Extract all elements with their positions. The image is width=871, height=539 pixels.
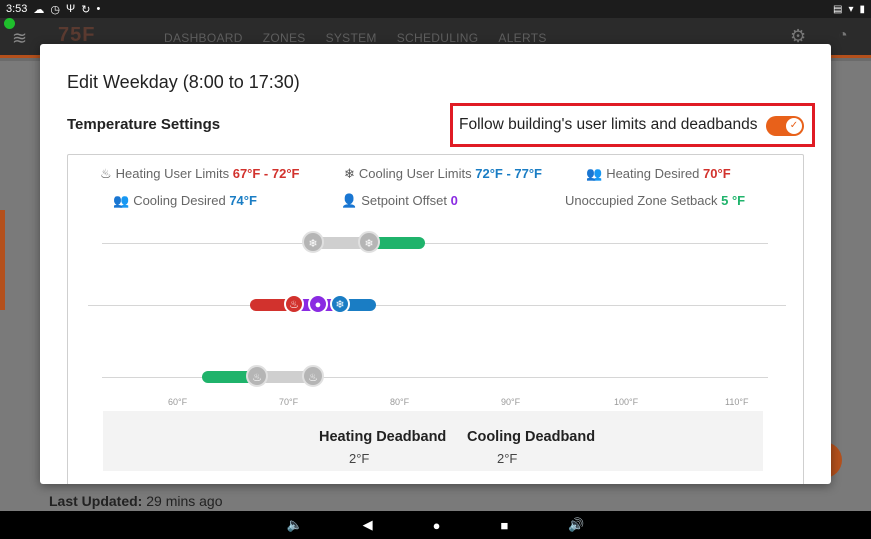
status-time: 3:53: [6, 3, 28, 15]
sync-icon: ↻: [81, 3, 91, 16]
setpoint-offset-label: Setpoint Offset: [361, 193, 447, 208]
follow-building-limits-toggle[interactable]: ✓: [766, 116, 804, 136]
cooling-desired-legend: 👥 Cooling Desired 74°F: [113, 193, 257, 209]
setpoint-offset-value: 0: [450, 193, 458, 208]
cooling-limits-track: [102, 243, 768, 244]
dialog-title: Edit Weekday (8:00 to 17:30): [67, 72, 300, 92]
main-nav: DASHBOARD ZONES SYSTEM SCHEDULING ALERTS: [164, 31, 547, 45]
snowflake-icon: ❄: [344, 166, 355, 181]
usb-icon: Ψ: [66, 3, 76, 15]
edit-weekday-dialog: Edit Weekday (8:00 to 17:30) Temperature…: [40, 44, 831, 484]
cloud-icon: ☁: [33, 3, 45, 16]
scale-tick: 90°F: [501, 397, 521, 407]
heating-desired-value: 70°F: [703, 166, 731, 181]
check-icon: ✓: [786, 118, 802, 134]
clock-icon: ◷: [50, 3, 61, 16]
heating-desired-label: Heating Desired: [606, 166, 700, 181]
desired-track: [88, 305, 786, 306]
gauge-icon[interactable]: ◔: [838, 27, 848, 45]
scale-tick: 100°F: [614, 397, 639, 407]
last-updated-label: Last Updated:: [49, 493, 143, 509]
scale-tick: 70°F: [279, 397, 299, 407]
nav-system[interactable]: SYSTEM: [326, 31, 377, 45]
cooling-limits-value: 72°F - 77°F: [475, 166, 542, 181]
unoccupied-setback-legend: Unoccupied Zone Setback 5 °F: [565, 193, 745, 208]
home-icon[interactable]: ●: [433, 518, 441, 533]
unoccupied-setback-label: Unoccupied Zone Setback: [565, 193, 718, 208]
person-icon: 👤: [341, 193, 358, 208]
background-accent: [0, 210, 5, 310]
heating-desired-icon: 👥: [586, 166, 603, 181]
heating-desired-handle[interactable]: ♨: [284, 294, 304, 314]
unoccupied-setback-value: 5 °F: [721, 193, 746, 208]
scale-tick: 80°F: [390, 397, 410, 407]
heating-deadband-label: Heating Deadband: [319, 429, 447, 445]
nav-alerts[interactable]: ALERTS: [498, 31, 546, 45]
recents-icon[interactable]: ■: [501, 518, 509, 533]
last-updated: Last Updated: 29 mins ago: [49, 493, 223, 509]
setpoint-handle[interactable]: ●: [308, 294, 328, 314]
back-icon[interactable]: ◀: [363, 517, 373, 533]
sim-icon: ▤: [833, 3, 843, 15]
last-updated-value: 29 mins ago: [146, 493, 223, 509]
nav-zones[interactable]: ZONES: [263, 31, 306, 45]
cooling-desired-icon: 👥: [113, 193, 130, 208]
nav-dashboard[interactable]: DASHBOARD: [164, 31, 243, 45]
cooling-limits-legend: ❄ Cooling User Limits 72°F - 77°F: [344, 166, 542, 182]
nav-scheduling[interactable]: SCHEDULING: [397, 31, 479, 45]
layers-icon[interactable]: ≋: [12, 28, 27, 49]
cooling-deadband-label: Cooling Deadband: [467, 429, 596, 445]
heating-deadband-value[interactable]: 2°F: [349, 451, 369, 466]
heating-limits-value: 67°F - 72°F: [232, 166, 300, 181]
dot-icon: •: [96, 3, 101, 15]
cooling-deadband-value[interactable]: 2°F: [497, 451, 517, 466]
system-nav-bar: 🔈 ◀ ● ■ 🔊: [0, 511, 871, 539]
heating-limits-legend: ♨ Heating User Limits 67°F - 72°F: [100, 166, 299, 182]
setpoint-offset-legend: 👤 Setpoint Offset 0: [341, 193, 458, 209]
cooling-limits-label: Cooling User Limits: [358, 166, 472, 181]
heating-min-handle[interactable]: ♨: [246, 365, 268, 387]
cooling-desired-label: Cooling Desired: [133, 193, 226, 208]
volume-up-icon[interactable]: 🔊: [568, 517, 584, 533]
cooling-min-handle[interactable]: ❄: [302, 231, 324, 253]
volume-down-icon[interactable]: 🔈: [286, 517, 302, 533]
flame-icon: ♨: [100, 166, 112, 181]
cooling-max-handle[interactable]: ❄: [358, 231, 380, 253]
heating-limits-label: Heating User Limits: [115, 166, 230, 181]
heating-desired-legend: 👥 Heating Desired 70°F: [586, 166, 731, 182]
temperature-settings-title: Temperature Settings: [67, 116, 221, 133]
scale-tick: 110°F: [725, 397, 749, 407]
scale-tick: 60°F: [168, 397, 188, 407]
cooling-desired-value: 74°F: [229, 193, 257, 208]
status-bar: 3:53 ☁ ◷ Ψ ↻ • ▤ ▾ ▮: [0, 0, 871, 18]
heating-max-handle[interactable]: ♨: [302, 365, 324, 387]
follow-building-limits-label: Follow building's user limits and deadba…: [459, 116, 758, 133]
battery-icon: ▮: [859, 3, 865, 15]
cooling-desired-handle[interactable]: ❄: [330, 294, 350, 314]
wifi-icon: ▾: [848, 3, 854, 15]
follow-building-limits-row: Follow building's user limits and deadba…: [450, 103, 815, 147]
temperature-panel: ♨ Heating User Limits 67°F - 72°F ❄ Coolin…: [67, 154, 804, 484]
